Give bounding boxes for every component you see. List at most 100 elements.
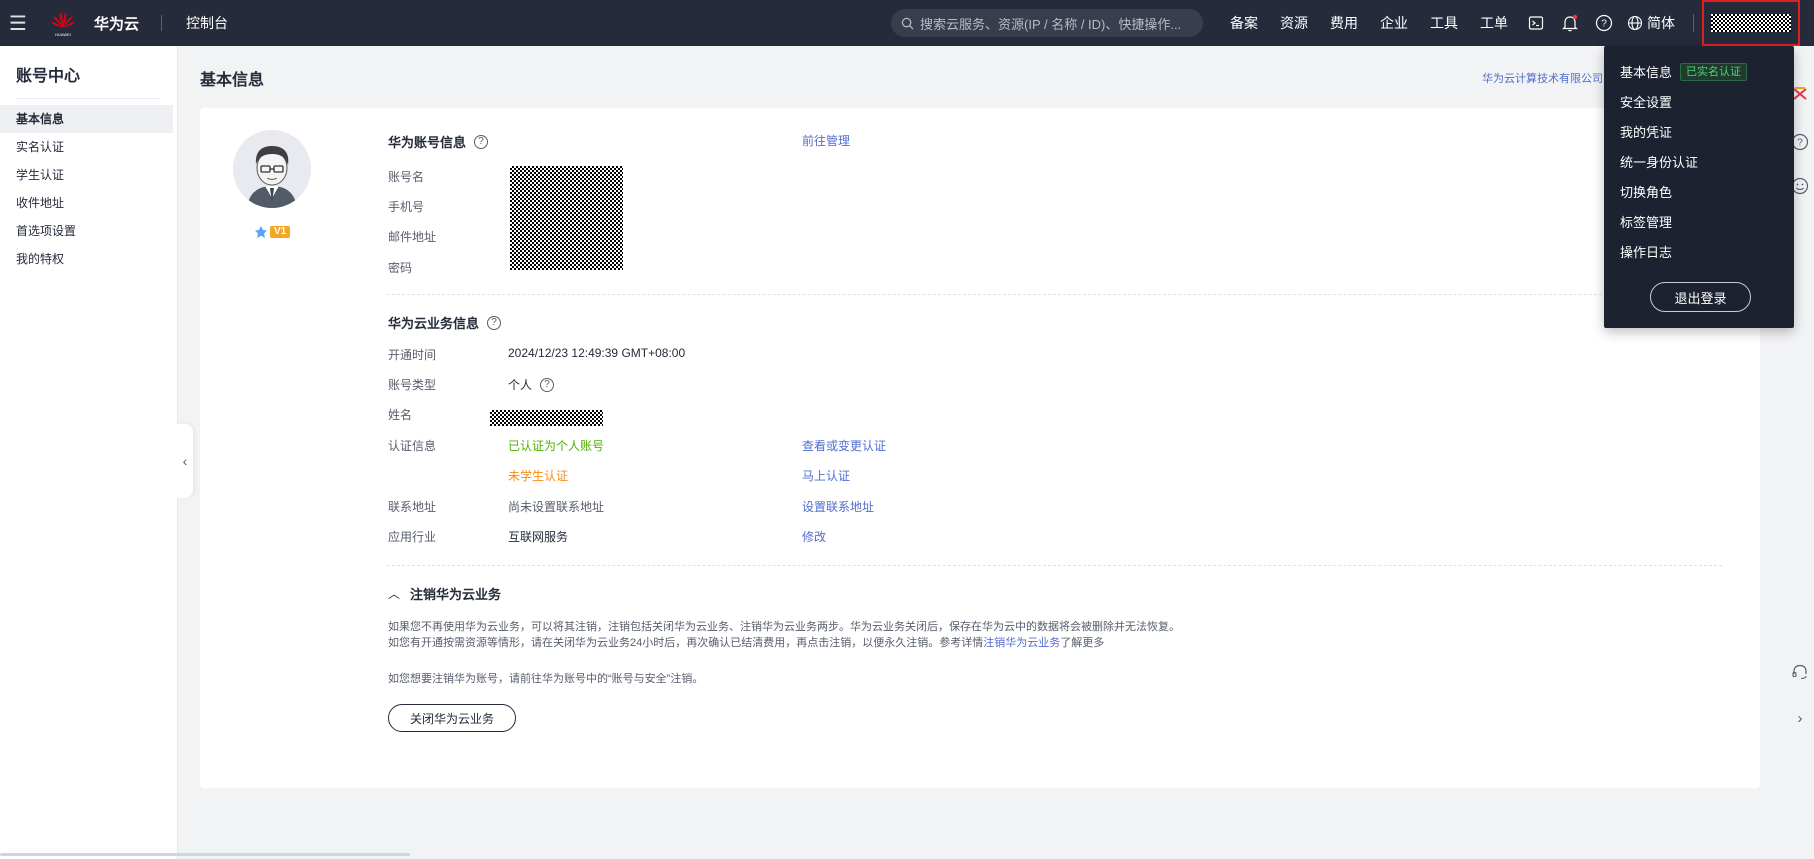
chevron-up-icon: ︿: [388, 587, 401, 601]
cancel-details-link[interactable]: 注销华为云业务: [983, 637, 1060, 649]
dropdown-item-logs[interactable]: 操作日志: [1620, 242, 1672, 261]
svg-text:HUAWEI: HUAWEI: [55, 32, 71, 37]
business-info-title: 华为云业务信息 ?: [388, 313, 502, 332]
account-dropdown-menu: 基本信息 已实名认证 安全设置 我的凭证 统一身份认证 切换角色 标签管理 操作…: [1604, 46, 1794, 328]
horizontal-scrollbar[interactable]: [0, 853, 410, 856]
top-nav-bar: ☰ HUAWEI 华为云 控制台 搜索云服务、资源(IP / 名称 / ID)、…: [0, 0, 1814, 46]
account-name-label: 账号名: [388, 170, 425, 184]
change-auth-link[interactable]: 查看或变更认证: [802, 437, 886, 454]
username-redacted: [1711, 14, 1791, 32]
phone-label: 手机号: [388, 200, 425, 214]
crown-icon: [255, 226, 267, 238]
svg-text:?: ?: [1797, 138, 1803, 149]
address-label: 联系地址: [388, 500, 437, 514]
nav-resources[interactable]: 资源: [1280, 13, 1308, 33]
menu-icon[interactable]: ☰: [0, 0, 36, 46]
help-icon[interactable]: ?: [474, 134, 489, 149]
sidebar-collapse-button[interactable]: ‹: [177, 424, 193, 498]
industry-value: 互联网服务: [508, 530, 569, 544]
auth-status: 已认证为个人账号: [508, 439, 605, 453]
global-search-input[interactable]: 搜索云服务、资源(IP / 名称 / ID)、快捷操作...: [891, 9, 1203, 37]
customer-service-icon[interactable]: [1790, 662, 1810, 682]
account-type-text: 个人: [508, 378, 533, 392]
huawei-cloud-logo[interactable]: HUAWEI 华为云: [36, 0, 139, 46]
section-title-text: 注销华为云业务: [410, 587, 502, 602]
sidebar-title: 账号中心: [16, 68, 81, 85]
password-label: 密码: [388, 261, 413, 275]
divider: [161, 15, 163, 31]
dropdown-item-basic-info[interactable]: 基本信息 已实名认证: [1620, 62, 1748, 81]
student-status: 未学生认证: [508, 469, 569, 483]
dropdown-item-security[interactable]: 安全设置: [1620, 92, 1672, 111]
cancel-note: 如您有开通按需资源等情形，请在关闭华为云业务24小时后，再次确认已结清费用，再点…: [388, 634, 1104, 650]
cancel-note-suffix: 了解更多: [1060, 637, 1105, 649]
address-value: 尚未设置联系地址: [508, 500, 605, 514]
dropdown-item-iam[interactable]: 统一身份认证: [1620, 152, 1698, 171]
help-icon[interactable]: ?: [1593, 12, 1615, 34]
huawei-logo-icon: HUAWEI: [51, 12, 75, 37]
page-title: 基本信息: [200, 72, 265, 89]
auth-label: 认证信息: [388, 439, 437, 453]
section-title-text: 华为云业务信息: [388, 316, 480, 331]
close-cloud-business-button[interactable]: 关闭华为云业务: [388, 704, 516, 732]
edit-industry-link[interactable]: 修改: [802, 528, 826, 545]
dropdown-item-credentials[interactable]: 我的凭证: [1620, 122, 1672, 141]
search-placeholder: 搜索云服务、资源(IP / 名称 / ID)、快捷操作...: [920, 16, 1182, 32]
manage-account-link[interactable]: 前往管理: [802, 132, 850, 149]
nav-enterprise[interactable]: 企业: [1380, 13, 1408, 33]
bell-icon[interactable]: [1559, 12, 1581, 34]
avatar: [233, 130, 311, 208]
account-type-label: 账号类型: [388, 378, 437, 392]
logout-button[interactable]: 退出登录: [1650, 282, 1751, 312]
nav-filing[interactable]: 备案: [1230, 13, 1258, 33]
cancel-description: 如果您不再使用华为云业务，可以将其注销，注销包括关闭华为云业务、注销华为云业务两…: [388, 621, 1180, 633]
nav-billing[interactable]: 费用: [1330, 13, 1358, 33]
divider: [387, 294, 1722, 295]
name-label: 姓名: [388, 408, 413, 422]
sidebar-item-address[interactable]: 收件地址: [0, 189, 177, 217]
search-icon: [901, 17, 914, 29]
vip-level: V1: [270, 226, 291, 238]
dropdown-item-label: 基本信息: [1620, 65, 1673, 80]
divider: [387, 565, 1722, 566]
sidebar-item-privileges[interactable]: 我的特权: [0, 245, 177, 273]
sidebar-item-preferences[interactable]: 首选项设置: [0, 217, 177, 245]
set-address-link[interactable]: 设置联系地址: [802, 498, 874, 515]
nav-tools[interactable]: 工具: [1430, 13, 1458, 33]
svg-text:?: ?: [1601, 19, 1607, 30]
help-icon[interactable]: ?: [540, 377, 555, 392]
sidebar: 账号中心 基本信息 实名认证 学生认证 收件地址 首选项设置 我的特权: [0, 46, 178, 859]
section-title-text: 华为账号信息: [388, 135, 467, 150]
open-time-label: 开通时间: [388, 348, 437, 362]
email-label: 邮件地址: [388, 230, 437, 244]
open-time-value: 2024/12/23 12:49:39 GMT+08:00: [508, 346, 686, 360]
nav-tickets[interactable]: 工单: [1480, 13, 1508, 33]
console-link[interactable]: 控制台: [186, 13, 228, 33]
dropdown-item-switch-role[interactable]: 切换角色: [1620, 182, 1672, 201]
cancel-section-toggle[interactable]: ︿ 注销华为云业务: [388, 584, 501, 603]
language-switch[interactable]: 简体: [1627, 13, 1675, 33]
help-icon[interactable]: ?: [487, 315, 502, 330]
redacted-account-details: [510, 166, 623, 270]
cancel-note-text: 如您有开通按需资源等情形，请在关闭华为云业务24小时后，再次确认已结清费用，再点…: [388, 637, 984, 649]
verified-badge: 已实名认证: [1680, 62, 1748, 81]
sidebar-item-basic-info[interactable]: 基本信息: [0, 105, 173, 133]
user-account-button[interactable]: [1702, 0, 1800, 46]
account-info-title: 华为账号信息 ?: [388, 132, 489, 151]
chevron-right-icon[interactable]: ›: [1790, 708, 1810, 728]
student-auth-link[interactable]: 马上认证: [802, 467, 850, 484]
divider: [16, 98, 161, 99]
globe-icon: [1627, 15, 1643, 31]
sidebar-item-student[interactable]: 学生认证: [0, 161, 177, 189]
terminal-icon[interactable]: [1525, 12, 1547, 34]
account-type-value: 个人 ?: [508, 376, 555, 393]
sidebar-item-real-name[interactable]: 实名认证: [0, 133, 177, 161]
company-link[interactable]: 华为云计算技术有限公司: [1482, 70, 1603, 86]
vip-badge[interactable]: V1: [254, 225, 292, 239]
brand-name: 华为云: [94, 15, 140, 33]
dropdown-item-tags[interactable]: 标签管理: [1620, 212, 1672, 231]
redacted-name: [490, 410, 603, 426]
industry-label: 应用行业: [388, 530, 437, 544]
chevron-left-icon: ‹: [182, 453, 188, 469]
cancel-account-hint: 如您想要注销华为账号，请前往华为账号中的“账号与安全”注销。: [388, 673, 704, 685]
